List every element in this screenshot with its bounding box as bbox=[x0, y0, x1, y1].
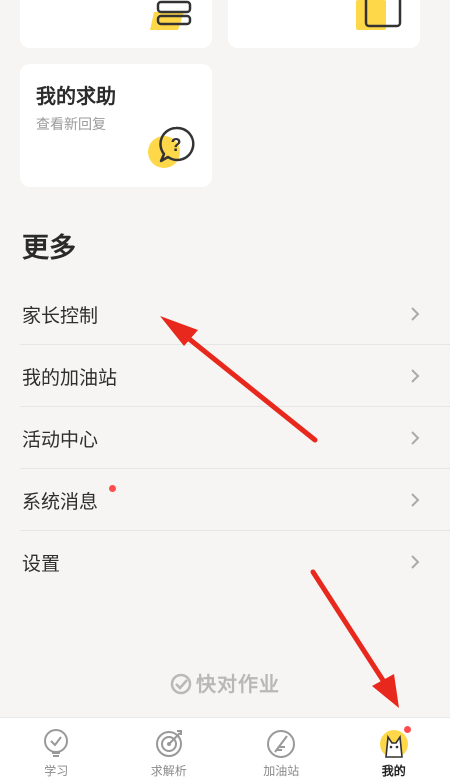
chevron-right-icon bbox=[411, 555, 420, 569]
card-partial-right[interactable] bbox=[228, 0, 420, 48]
feather-icon bbox=[267, 730, 296, 758]
chevron-right-icon bbox=[411, 369, 420, 383]
menu-item-label: 系统消息 bbox=[22, 490, 99, 513]
menu-item-label: 活动中心 bbox=[22, 428, 99, 451]
tab-me[interactable]: 我的 bbox=[338, 718, 450, 780]
menu-item-my-station[interactable]: 我的加油站 bbox=[0, 345, 450, 407]
chevron-right-icon bbox=[411, 431, 420, 445]
target-icon bbox=[155, 730, 182, 757]
book-stack-icon bbox=[150, 0, 192, 30]
bottom-tab-bar: 学习 求解析 加油站 我的 bbox=[0, 717, 450, 780]
my-help-title: 我的求助 bbox=[36, 84, 116, 108]
tab-station[interactable]: 加油站 bbox=[225, 718, 338, 780]
tab-label: 我的 bbox=[381, 764, 406, 778]
more-section-title: 更多 bbox=[22, 233, 76, 264]
question-bubble-icon: ? bbox=[148, 126, 195, 168]
brand-name: 快对作业 bbox=[196, 672, 280, 696]
menu-item-activity-center[interactable]: 活动中心 bbox=[0, 407, 450, 469]
chevron-right-icon bbox=[411, 307, 420, 321]
brand-check-icon bbox=[170, 673, 192, 695]
more-menu-list: 家长控制 我的加油站 活动中心 系统消息 设置 bbox=[0, 283, 450, 593]
tab-label: 加油站 bbox=[263, 764, 300, 778]
my-help-subtitle: 查看新回复 bbox=[36, 117, 106, 133]
document-icon bbox=[356, 0, 402, 30]
menu-item-label: 家长控制 bbox=[22, 304, 99, 327]
tab-badge-dot bbox=[403, 726, 411, 733]
menu-item-parental-control[interactable]: 家长控制 bbox=[0, 283, 450, 345]
tab-label: 求解析 bbox=[150, 764, 187, 778]
unread-badge-dot bbox=[109, 485, 116, 492]
menu-item-settings[interactable]: 设置 bbox=[0, 531, 450, 593]
menu-item-system-messages[interactable]: 系统消息 bbox=[0, 469, 450, 531]
lightbulb-icon bbox=[44, 729, 69, 757]
tab-ask-solution[interactable]: 求解析 bbox=[113, 718, 226, 780]
my-help-card[interactable]: 我的求助 查看新回复 ? bbox=[20, 64, 212, 187]
tab-study[interactable]: 学习 bbox=[0, 718, 113, 780]
chevron-right-icon bbox=[411, 493, 420, 507]
menu-item-label: 我的加油站 bbox=[22, 366, 118, 389]
menu-item-label: 设置 bbox=[22, 552, 61, 575]
brand-watermark: 快对作业 bbox=[0, 668, 450, 697]
tab-label: 学习 bbox=[44, 764, 69, 778]
svg-text:?: ? bbox=[171, 135, 182, 155]
card-partial-left[interactable] bbox=[20, 0, 212, 48]
